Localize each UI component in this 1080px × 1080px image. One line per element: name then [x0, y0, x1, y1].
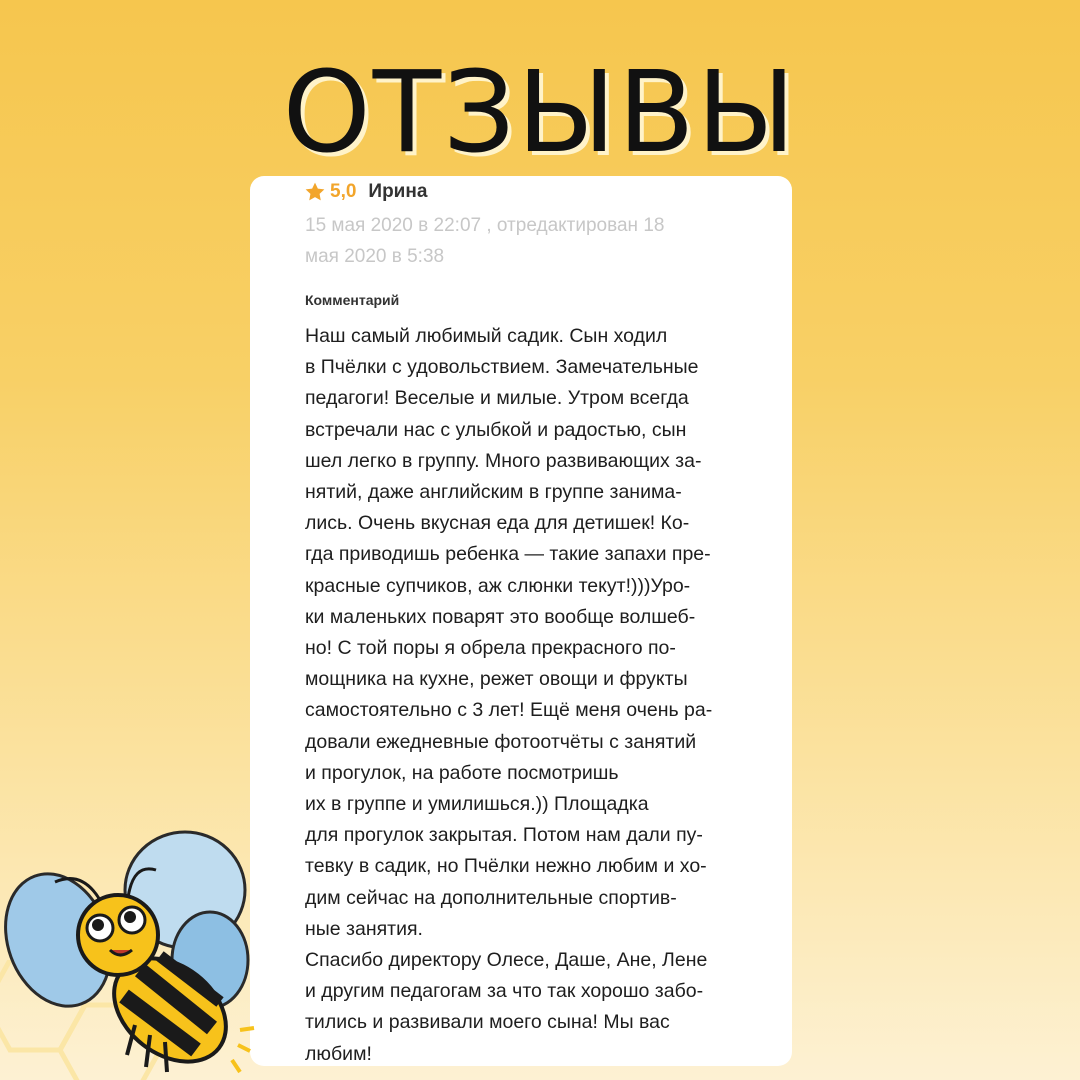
- review-line: лись. Очень вкусная еда для детишек! Ко-: [305, 512, 690, 535]
- review-line: Наш самый любимый садик. Сын ходил: [305, 325, 668, 347]
- review-line: самостоятельно с 3 лет! Ещё меня очень р…: [305, 699, 713, 722]
- review-text: Наш самый любимый садик. Сын ходил в Пчёл…: [305, 321, 790, 1070]
- review-line: шел легко в группу. Много развивающих за…: [305, 449, 702, 472]
- star-icon: [305, 182, 325, 201]
- review-line: тились и развивали моего сына! Мы вас: [305, 1011, 670, 1034]
- review-card: 5,0 Ирина 15 мая 2020 в 22:07 , отредакт…: [250, 176, 792, 1066]
- comment-label: Комментарий: [305, 292, 400, 308]
- date-line: 15 мая 2020 в 22:07 , отредактирован 18: [305, 215, 665, 236]
- page-title: ОТЗЫВЫ: [282, 48, 798, 178]
- review-line: мощника на кухне, режет овощи и фрукты: [305, 668, 688, 691]
- review-line: их в группе и умилишься.)) Площадка: [305, 793, 649, 816]
- author-name: Ирина: [368, 181, 428, 202]
- review-line: и прогулок, на работе посмотришь: [305, 761, 619, 784]
- review-line: для прогулок закрытая. Потом нам дали пу…: [305, 824, 703, 847]
- bee-mascot-icon: [4, 830, 255, 1074]
- review-line: дим сейчас на дополнительные спортив-: [305, 886, 677, 909]
- review-line: Спасибо директору Олесе, Даше, Ане, Лене: [305, 949, 708, 972]
- review-date: 15 мая 2020 в 22:07 , отредактирован 18 …: [305, 210, 745, 272]
- review-line: довали ежедневные фотоотчёты с занятий: [305, 730, 697, 753]
- review-header: 5,0 Ирина: [304, 181, 427, 203]
- review-line: в Пчёлки с удовольствием. Замечательные: [305, 356, 699, 379]
- review-line: ки маленьких поварят это вообще волшеб-: [305, 605, 696, 628]
- rating-value: 5,0: [330, 181, 357, 202]
- review-line: и другим педагогам за что так хорошо заб…: [305, 980, 704, 1003]
- review-line: педагоги! Веселые и милые. Утром всегда: [305, 387, 689, 410]
- review-line: нятий, даже английским в группе занима-: [305, 481, 682, 504]
- review-line: любим!: [305, 1042, 372, 1065]
- review-line: но! С той поры я обрела прекрасного по-: [305, 637, 676, 660]
- review-line: ные занятия.: [305, 917, 423, 940]
- review-line: гда приводишь ребенка — такие запахи пре…: [305, 543, 711, 566]
- review-line: встречали нас с улыбкой и радостью, сын: [305, 418, 687, 441]
- review-line: красные супчиков, аж слюнки текут!)))Уро…: [305, 574, 691, 597]
- date-line: мая 2020 в 5:38: [305, 246, 445, 267]
- review-line: тевку в садик, но Пчёлки нежно любим и х…: [305, 855, 707, 878]
